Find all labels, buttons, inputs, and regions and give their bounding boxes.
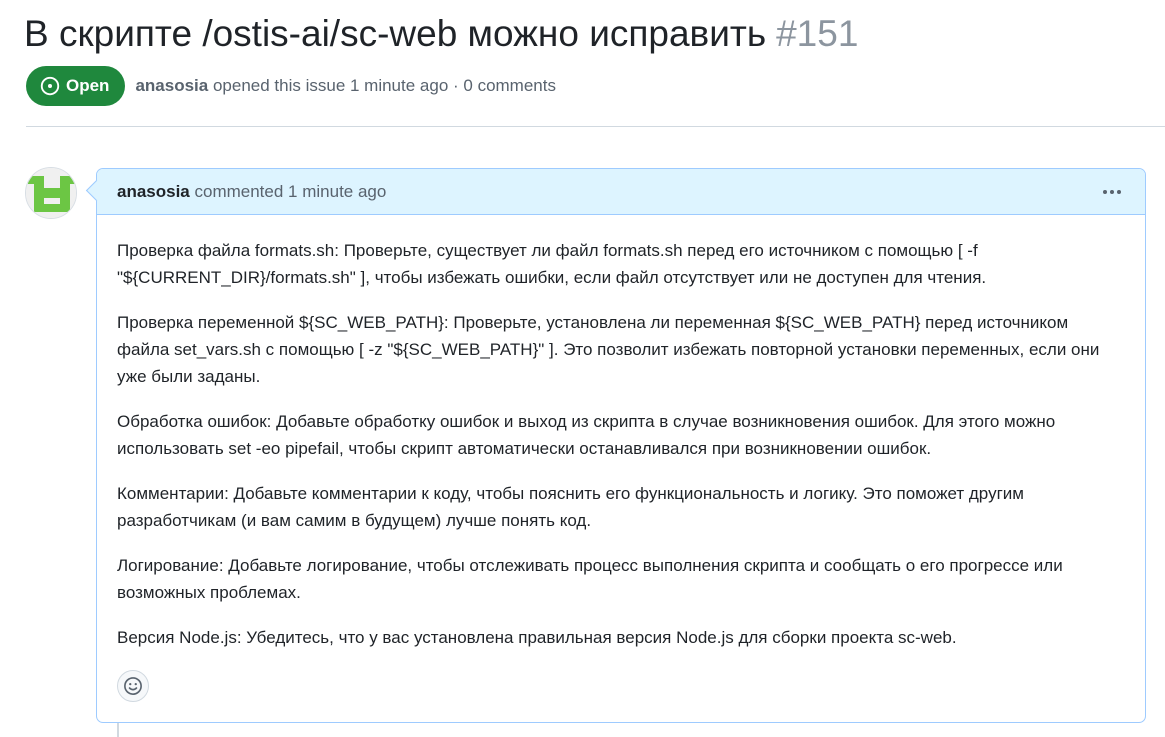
comment-timestamp[interactable]: commented 1 minute ago <box>195 182 387 201</box>
issue-title: В скрипте /ostis-ai/sc-web можно исправи… <box>24 13 767 54</box>
comment-header: anasosia commented 1 minute ago <box>97 169 1145 215</box>
header-divider <box>26 126 1165 127</box>
smiley-icon <box>123 676 143 696</box>
comment-author-link[interactable]: anasosia <box>117 182 190 201</box>
comment-paragraph: Обработка ошибок: Добавьте обработку оши… <box>117 412 1056 458</box>
issue-meta-text: anasosia opened this issue 1 minute ago … <box>135 76 556 96</box>
comment-paragraph: Комментарии: Добавьте комментарии к коду… <box>117 484 1024 530</box>
comment-paragraph: Проверка файла formats.sh: Проверьте, су… <box>117 241 987 287</box>
comment-paragraph: Логирование: Добавьте логирование, чтобы… <box>117 556 1063 602</box>
state-label: Open <box>66 76 110 95</box>
issue-opened-info: opened this issue 1 minute ago · 0 comme… <box>212 76 556 95</box>
issue-opened-icon <box>40 76 60 96</box>
avatar[interactable] <box>25 167 77 219</box>
issue-number: #151 <box>776 13 859 54</box>
timeline-line <box>117 723 119 737</box>
issue-meta: Open anasosia opened this issue 1 minute… <box>26 66 556 106</box>
issue-title-row: В скрипте /ostis-ai/sc-web можно исправи… <box>24 10 858 58</box>
comment-paragraph: Версия Node.js: Убедитесь, что у вас уст… <box>117 628 957 647</box>
comment-body: Проверка файла formats.sh: Проверьте, су… <box>97 215 1145 651</box>
kebab-horizontal-icon[interactable] <box>1099 184 1125 200</box>
comment-paragraph: Проверка переменной ${SC_WEB_PATH}: Пров… <box>117 313 1100 386</box>
issue-author-link[interactable]: anasosia <box>135 76 208 95</box>
comment-box: anasosia commented 1 minute ago Проверка… <box>96 168 1146 723</box>
add-reaction-button[interactable] <box>117 670 149 702</box>
comment-header-text: anasosia commented 1 minute ago <box>117 182 386 202</box>
state-badge: Open <box>26 66 126 106</box>
